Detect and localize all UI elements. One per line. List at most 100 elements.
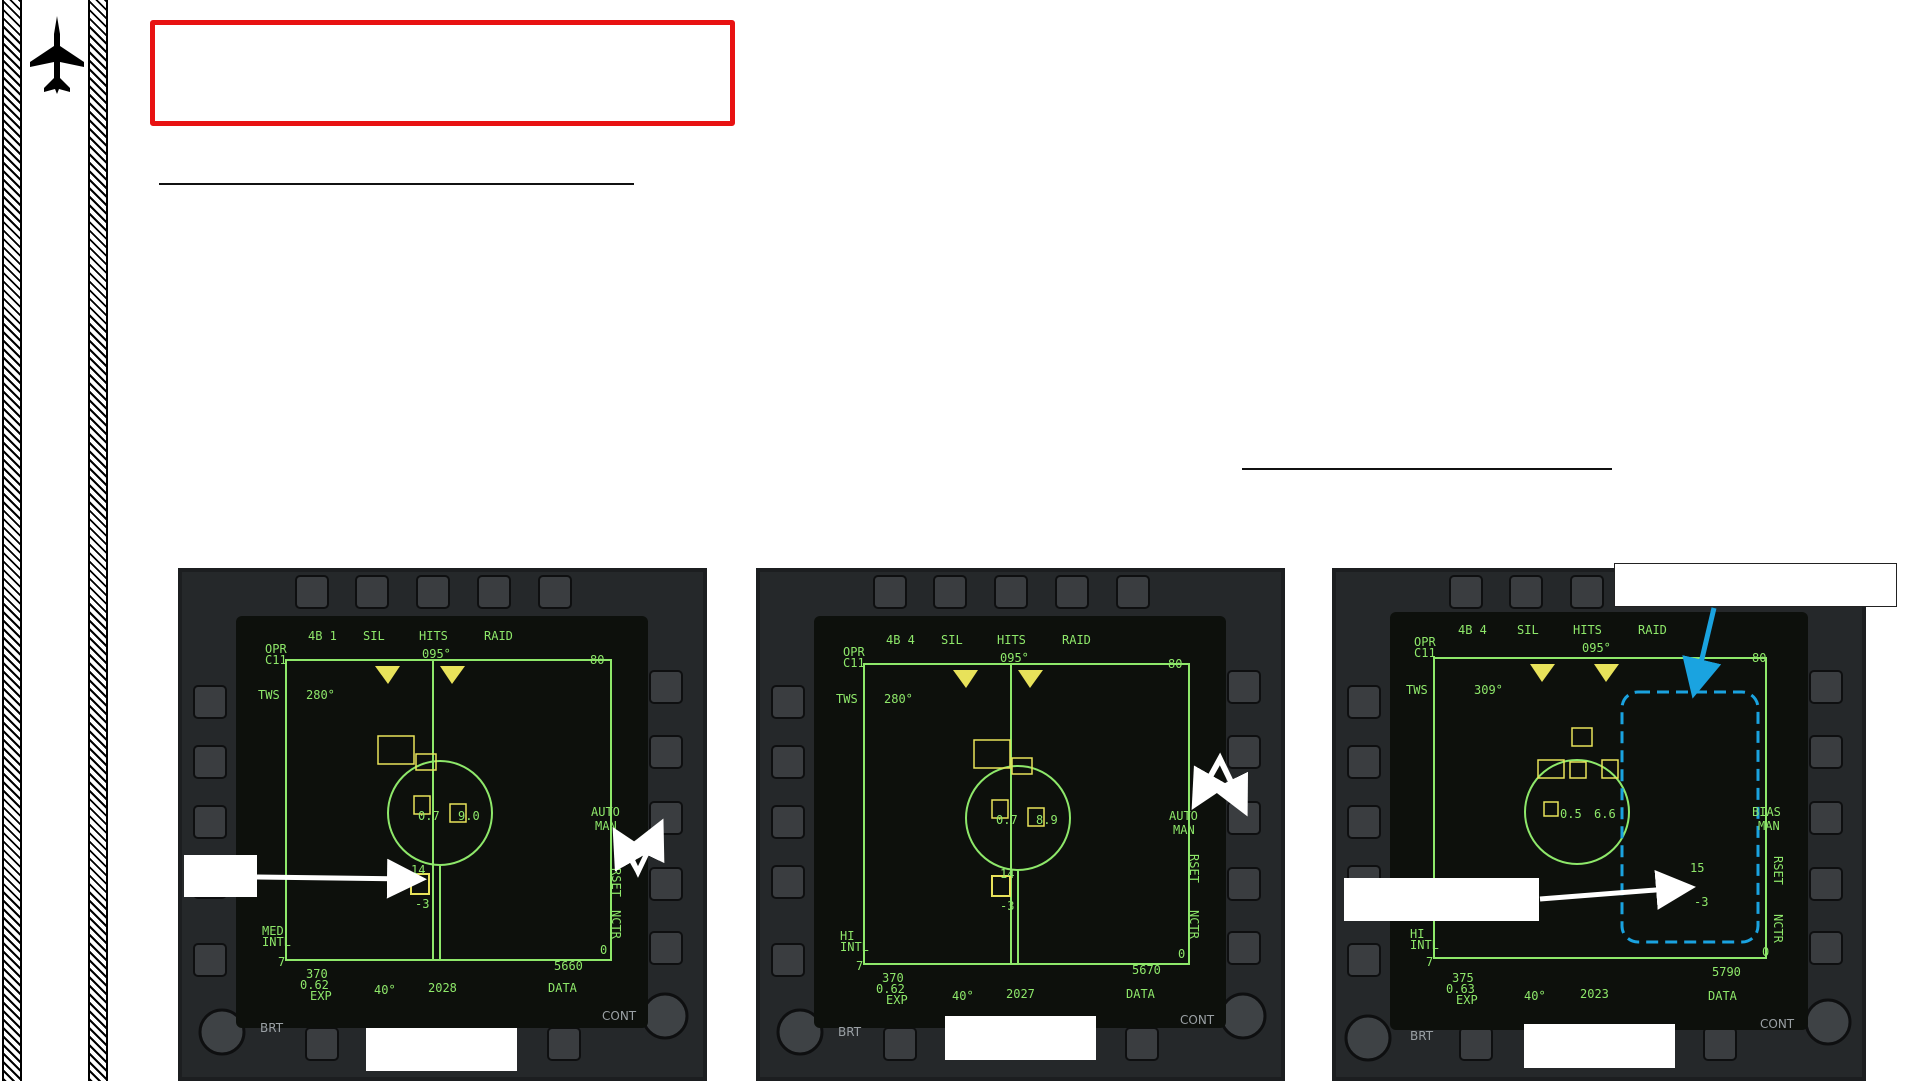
range-0-label: 0 bbox=[1178, 947, 1185, 961]
callout-box bbox=[1524, 1024, 1675, 1068]
osb-left-1[interactable] bbox=[1347, 685, 1381, 719]
radar-display-3: 4B 4 SIL HITS RAID OPR C11 TWS 309° 095°… bbox=[1332, 568, 1866, 1081]
cont-knob[interactable] bbox=[641, 992, 689, 1040]
osb-top-1[interactable] bbox=[295, 575, 329, 609]
osb-left-5[interactable] bbox=[193, 943, 227, 977]
osb-top-1[interactable] bbox=[1449, 575, 1483, 609]
rset-label: RSET bbox=[1187, 854, 1201, 883]
center-right-value: 8.9 bbox=[1036, 813, 1058, 827]
c11-label: C11 bbox=[843, 656, 865, 670]
nctr-label: NCTR bbox=[1771, 914, 1785, 944]
radar-display-2: 4B 4 SIL HITS RAID OPR C11 TWS 280° 095°… bbox=[756, 568, 1285, 1081]
az-width-label: 40° bbox=[952, 989, 974, 1003]
osb-right-1[interactable] bbox=[1227, 670, 1261, 704]
az-width-label: 40° bbox=[1524, 989, 1546, 1003]
osb-left-3[interactable] bbox=[1347, 805, 1381, 839]
center-left-value: 0.7 bbox=[996, 813, 1018, 827]
range-80-label: 80 bbox=[1168, 657, 1182, 671]
osb-bottom-1[interactable] bbox=[883, 1027, 917, 1061]
osb-right-4[interactable] bbox=[649, 867, 683, 901]
osb-top-3[interactable] bbox=[416, 575, 450, 609]
exp-label: EXP bbox=[310, 989, 332, 1003]
nctr-label: NCTR bbox=[1187, 910, 1201, 940]
osb-top-5[interactable] bbox=[538, 575, 572, 609]
brt-knob[interactable] bbox=[1344, 1014, 1392, 1062]
osb-top-2[interactable] bbox=[1509, 575, 1543, 609]
man-label: MAN bbox=[1173, 823, 1195, 837]
track-altitude: 15 bbox=[1690, 861, 1704, 875]
data-label: DATA bbox=[1126, 987, 1156, 1001]
osb-right-5[interactable] bbox=[649, 931, 683, 965]
osb-bottom-5[interactable] bbox=[1125, 1027, 1159, 1061]
track-aspect: -3 bbox=[1694, 895, 1708, 909]
osb-right-2[interactable] bbox=[1227, 735, 1261, 769]
data-label: DATA bbox=[548, 981, 578, 995]
osb-bottom-1[interactable] bbox=[1459, 1027, 1493, 1061]
osb-left-2[interactable] bbox=[1347, 745, 1381, 779]
osb-left-1[interactable] bbox=[193, 685, 227, 719]
osb-top-2[interactable] bbox=[933, 575, 967, 609]
osb-top-1[interactable] bbox=[873, 575, 907, 609]
brt-label: BRT bbox=[838, 1025, 862, 1039]
auto-label: AUTO bbox=[1169, 809, 1198, 823]
osb-sil-label: SIL bbox=[363, 629, 385, 643]
nctr-label: NCTR bbox=[609, 910, 623, 940]
cont-knob[interactable] bbox=[1804, 998, 1852, 1046]
osb-right-3[interactable] bbox=[1809, 801, 1843, 835]
osb-left-4[interactable] bbox=[771, 865, 805, 899]
text-underline bbox=[1242, 468, 1612, 470]
osb-right-4[interactable] bbox=[1227, 867, 1261, 901]
tws-label: TWS bbox=[258, 688, 280, 702]
osb-top-3[interactable] bbox=[994, 575, 1028, 609]
callout-box bbox=[184, 855, 257, 897]
osb-right-1[interactable] bbox=[649, 670, 683, 704]
osb-left-2[interactable] bbox=[771, 745, 805, 779]
tws-label: TWS bbox=[1406, 683, 1428, 697]
osb-left-1[interactable] bbox=[771, 685, 805, 719]
display-screen bbox=[236, 616, 648, 1028]
osb-bottom-1[interactable] bbox=[305, 1027, 339, 1061]
tws-label: TWS bbox=[836, 692, 858, 706]
osb-left-5[interactable] bbox=[1347, 943, 1381, 977]
osb-left-3[interactable] bbox=[771, 805, 805, 839]
range-0-label: 0 bbox=[600, 943, 607, 957]
osb-top-3[interactable] bbox=[1570, 575, 1604, 609]
osb-4b-label: 4B 4 bbox=[1458, 623, 1487, 637]
seven-label: 7 bbox=[1426, 955, 1433, 969]
osb-bottom-5[interactable] bbox=[1703, 1027, 1737, 1061]
auto-label: BIAS bbox=[1752, 805, 1781, 819]
osb-left-3[interactable] bbox=[193, 805, 227, 839]
osb-left-2[interactable] bbox=[193, 745, 227, 779]
time-label: 2027 bbox=[1006, 987, 1035, 1001]
c11-label: C11 bbox=[1414, 646, 1436, 660]
osb-right-3[interactable] bbox=[1227, 801, 1261, 835]
heading-label: 095° bbox=[1000, 651, 1029, 665]
osb-top-4[interactable] bbox=[477, 575, 511, 609]
title-box bbox=[150, 20, 735, 126]
section-underline bbox=[159, 183, 634, 185]
osb-right-5[interactable] bbox=[1809, 931, 1843, 965]
osb-right-1[interactable] bbox=[1809, 670, 1843, 704]
osb-right-4[interactable] bbox=[1809, 867, 1843, 901]
osb-top-2[interactable] bbox=[355, 575, 389, 609]
osb-right-5[interactable] bbox=[1227, 931, 1261, 965]
callout-box bbox=[1614, 563, 1897, 607]
osb-right-3[interactable] bbox=[649, 801, 683, 835]
display-screen bbox=[1390, 612, 1808, 1030]
osb-top-4[interactable] bbox=[1055, 575, 1089, 609]
osb-left-5[interactable] bbox=[771, 943, 805, 977]
track-aspect: -3 bbox=[415, 897, 429, 911]
osb-right-2[interactable] bbox=[649, 735, 683, 769]
az-width-label: 40° bbox=[374, 983, 396, 997]
osb-hits-label: HITS bbox=[1573, 623, 1602, 637]
left-hatched-border bbox=[2, 0, 22, 1081]
osb-bottom-5[interactable] bbox=[547, 1027, 581, 1061]
osb-hits-label: HITS bbox=[419, 629, 448, 643]
seven-label: 7 bbox=[856, 959, 863, 973]
osb-top-5[interactable] bbox=[1116, 575, 1150, 609]
osb-sil-label: SIL bbox=[941, 633, 963, 647]
cont-knob[interactable] bbox=[1219, 992, 1267, 1040]
osb-raid-label: RAID bbox=[1062, 633, 1091, 647]
rset-label: RSET bbox=[609, 868, 623, 897]
osb-right-2[interactable] bbox=[1809, 735, 1843, 769]
